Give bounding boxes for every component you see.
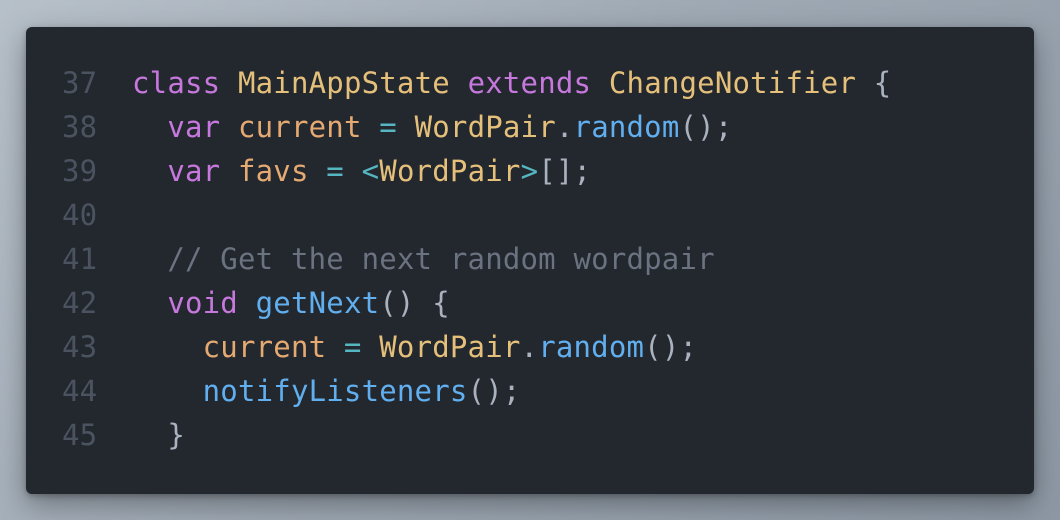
code-token: random (573, 110, 680, 144)
code-token: (); (679, 110, 733, 144)
code-token: notifyListeners (202, 374, 468, 408)
code-block[interactable]: 37 class MainAppState extends ChangeNotif… (62, 61, 1014, 457)
code-token: ChangeNotifier (608, 66, 857, 100)
code-token: () { (379, 286, 450, 320)
code-editor-window: 37 class MainAppState extends ChangeNotif… (26, 27, 1034, 494)
code-line: 44 notifyListeners(); (62, 369, 1014, 413)
line-number: 41 (62, 242, 98, 276)
code-token: . (520, 330, 539, 364)
code-line: 37 class MainAppState extends ChangeNotif… (62, 61, 1014, 105)
line-number: 43 (62, 330, 98, 364)
code-token: WordPair (379, 154, 521, 188)
code-token: = (361, 110, 415, 144)
code-token: void (167, 286, 238, 320)
code-token: = (308, 154, 362, 188)
code-token: getNext (255, 286, 380, 320)
code-token: random (538, 330, 645, 364)
code-line: 42 void getNext() { (62, 281, 1014, 325)
code-token: { (856, 66, 892, 100)
line-number: 40 (62, 198, 98, 232)
code-token: var (167, 110, 221, 144)
line-number: 38 (62, 110, 98, 144)
code-line: 41 // Get the next random wordpair (62, 237, 1014, 281)
code-token: // Get the next random wordpair (167, 242, 715, 276)
code-token: > (520, 154, 539, 188)
line-number: 39 (62, 154, 98, 188)
code-token: (); (644, 330, 698, 364)
code-token: MainAppState (237, 66, 450, 100)
line-number: 44 (62, 374, 98, 408)
code-token: = (326, 330, 380, 364)
code-token: WordPair (414, 110, 556, 144)
code-token: class (132, 66, 221, 100)
line-number: 42 (62, 286, 98, 320)
code-line: 39 var favs = <WordPair>[]; (62, 149, 1014, 193)
code-token: var (167, 154, 221, 188)
code-line: 43 current = WordPair.random(); (62, 325, 1014, 369)
code-token: (); (467, 374, 521, 408)
code-token: favs (237, 154, 309, 188)
code-line: 45 } (62, 413, 1014, 457)
code-token: < (361, 154, 380, 188)
line-number: 45 (62, 418, 98, 452)
code-token: } (167, 418, 185, 452)
code-token: extends (467, 66, 592, 100)
line-number: 37 (62, 66, 98, 100)
code-line: 38 var current = WordPair.random(); (62, 105, 1014, 149)
code-token: current (202, 330, 327, 364)
code-line: 40 (62, 193, 1014, 237)
code-token: . (555, 110, 574, 144)
code-token: WordPair (379, 330, 521, 364)
code-token: []; (538, 154, 592, 188)
code-token: current (237, 110, 362, 144)
